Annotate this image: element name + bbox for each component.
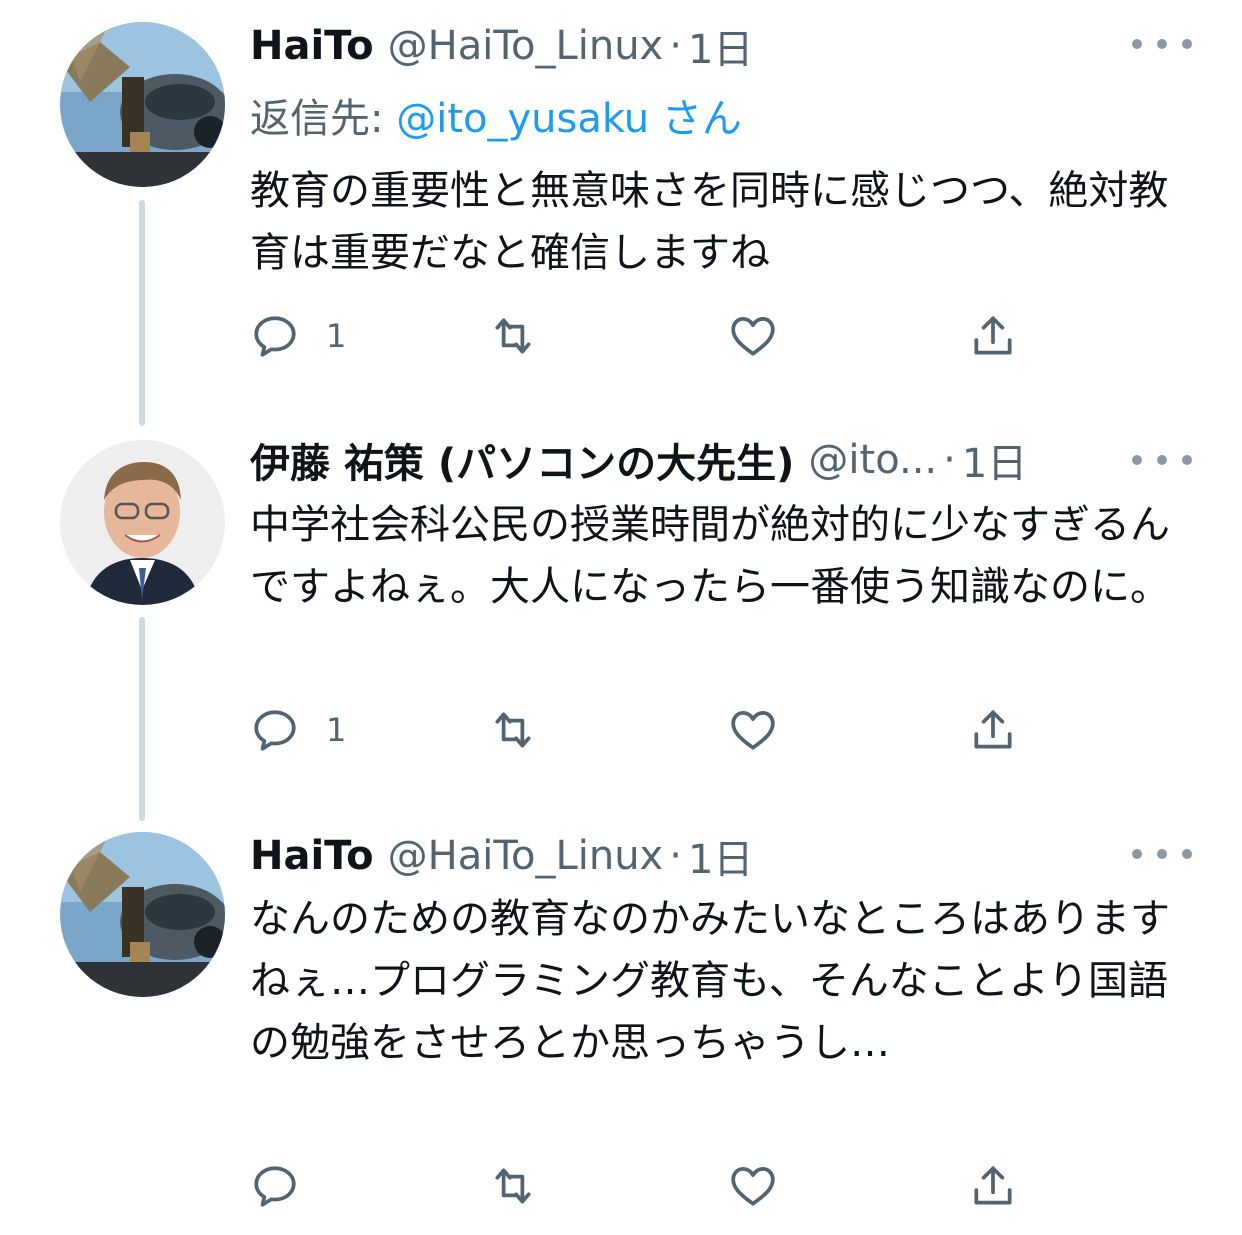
user-handle[interactable]: @HaiTo_Linux (388, 833, 664, 879)
heart-icon (731, 317, 775, 356)
tweet[interactable]: 伊藤 祐策 (パソコンの大先生) @ito... · 1日 中学社会科公民の授業… (0, 420, 1242, 820)
speech-bubble-icon (254, 1166, 296, 1207)
separator: · (943, 437, 956, 483)
reply-button[interactable]: 1 (250, 306, 346, 366)
speech-bubble-icon (254, 710, 296, 751)
timestamp[interactable]: 1日 (688, 17, 753, 75)
like-button[interactable] (728, 700, 804, 760)
reply-suffix: さん (649, 96, 742, 142)
retweet-arrows-icon (495, 1168, 531, 1204)
reply-button[interactable]: 1 (250, 700, 346, 760)
user-handle[interactable]: @HaiTo_Linux (388, 23, 664, 69)
like-button[interactable] (728, 306, 804, 366)
share-button[interactable] (968, 700, 1018, 760)
tweet-header: 伊藤 祐策 (パソコンの大先生) @ito... · 1日 (250, 431, 1172, 489)
tweet-header: HaiTo @HaiTo_Linux · 1日 (250, 827, 1172, 885)
more-dots-icon[interactable] (1132, 834, 1192, 874)
tweet-text: なんのための教育なのかみたいなところはありますねぇ…プログラミング教育も、そんな… (250, 896, 1170, 1066)
share-button[interactable] (968, 1156, 1018, 1216)
retweet-button[interactable] (488, 306, 564, 366)
tweet[interactable]: HaiTo @HaiTo_Linux · 1日 返信先: @ito_yusaku… (0, 0, 1242, 400)
separator: · (669, 23, 682, 69)
heart-icon (731, 1167, 775, 1206)
reply-handle-link[interactable]: @ito_yusaku (396, 96, 649, 142)
more-dots-icon[interactable] (1132, 440, 1192, 480)
action-bar: 1 (250, 306, 1050, 366)
share-upload-icon (974, 316, 1012, 355)
reply-button[interactable] (250, 1156, 326, 1216)
user-handle[interactable]: @ito... (808, 437, 937, 483)
share-upload-icon (974, 1166, 1012, 1205)
display-name[interactable]: HaiTo (250, 833, 374, 879)
display-name[interactable]: HaiTo (250, 23, 374, 69)
reply-count: 1 (326, 711, 347, 749)
reply-prefix: 返信先: (250, 96, 397, 142)
heart-icon (731, 711, 775, 750)
more-dots-icon[interactable] (1132, 24, 1192, 64)
reply-count: 1 (326, 317, 347, 355)
action-bar: 1 (250, 700, 1050, 760)
share-button[interactable] (968, 306, 1018, 366)
retweet-button[interactable] (488, 1156, 564, 1216)
share-upload-icon (974, 710, 1012, 749)
tweet-text: 中学社会科公民の授業時間が絶対的に少なすぎるんですよねぇ。大人になったら一番使う… (250, 502, 1170, 610)
replying-to: 返信先: @ito_yusaku さん (250, 86, 742, 144)
tweet[interactable]: HaiTo @HaiTo_Linux · 1日 なんのための教育なのかみたいなと… (0, 822, 1242, 1235)
avatar[interactable] (60, 832, 225, 997)
speech-bubble-icon (254, 316, 296, 357)
retweet-button[interactable] (488, 700, 564, 760)
avatar[interactable] (60, 22, 225, 187)
timestamp[interactable]: 1日 (688, 827, 753, 885)
tweet-text: 教育の重要性と無意味さを同時に感じつつ、絶対教育は重要だなと確信しますね (250, 168, 1169, 276)
timestamp[interactable]: 1日 (962, 431, 1027, 489)
action-bar (250, 1156, 1050, 1216)
avatar-photo-icon (60, 440, 225, 605)
avatar[interactable] (60, 440, 225, 605)
separator: · (669, 833, 682, 879)
avatar-photo-icon (60, 832, 225, 997)
retweet-arrows-icon (495, 318, 531, 354)
avatar-photo-icon (60, 22, 225, 187)
display-name[interactable]: 伊藤 祐策 (パソコンの大先生) (250, 431, 794, 489)
tweet-header: HaiTo @HaiTo_Linux · 1日 (250, 17, 1172, 75)
like-button[interactable] (728, 1156, 804, 1216)
retweet-arrows-icon (495, 712, 531, 748)
